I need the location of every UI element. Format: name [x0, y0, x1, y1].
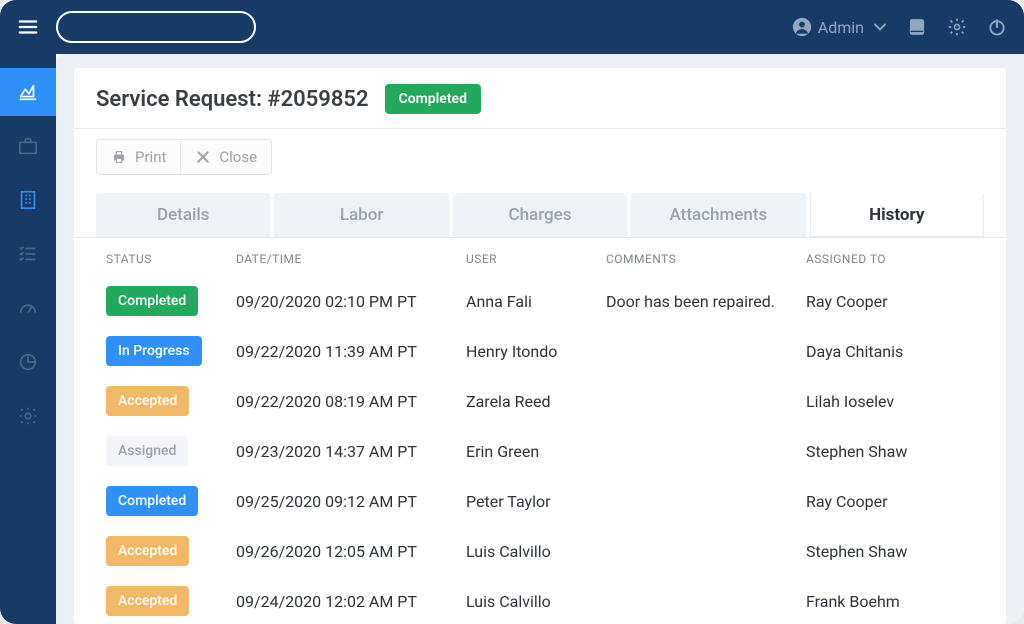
tab-attachments[interactable]: Attachments: [631, 193, 805, 237]
table-row[interactable]: Completed 09/20/2020 02:10 PM PTAnna Fali…: [96, 276, 978, 326]
book-icon: [907, 17, 927, 37]
cell-user: Peter Taylor: [466, 492, 606, 511]
sidenav: [0, 54, 56, 624]
cell-assigned-to: Stephen Shaw: [806, 542, 968, 561]
request-id: #2059852: [267, 87, 368, 112]
search-pill[interactable]: [56, 11, 256, 43]
search-input[interactable]: [80, 19, 261, 35]
nav-meter[interactable]: [0, 284, 56, 332]
cell-datetime: 09/20/2020 02:10 PM PT: [236, 292, 466, 311]
chevron-down-icon: [870, 17, 890, 37]
cell-user: Henry Itondo: [466, 342, 606, 361]
table-row[interactable]: Accepted 09/24/2020 12:02 AM PTLuis Calvi…: [96, 576, 978, 624]
menu-button[interactable]: [14, 13, 42, 41]
status-badge-header: Completed: [385, 84, 481, 114]
cell-datetime: 09/25/2020 09:12 AM PT: [236, 492, 466, 511]
pie-chart-icon: [17, 351, 39, 373]
gear-icon: [947, 17, 967, 37]
title-prefix: Service Request:: [96, 87, 267, 112]
table-row[interactable]: Completed 09/25/2020 09:12 AM PTPeter Tay…: [96, 476, 978, 526]
nav-tasks[interactable]: [0, 230, 56, 278]
cell-datetime: 09/22/2020 11:39 AM PT: [236, 342, 466, 361]
tabs: DetailsLaborChargesAttachmentsHistory: [96, 193, 984, 237]
close-button[interactable]: Close: [180, 140, 271, 174]
tab-labor[interactable]: Labor: [274, 193, 448, 237]
tab-charges[interactable]: Charges: [453, 193, 627, 237]
table-row[interactable]: Assigned 09/23/2020 14:37 AM PTErin Green…: [96, 426, 978, 476]
column-header: ASSIGNED TO: [806, 252, 974, 266]
column-header: USER: [466, 252, 606, 266]
tab-details[interactable]: Details: [96, 193, 270, 237]
docs-button[interactable]: [904, 14, 930, 40]
tool-group: Print Close: [96, 139, 272, 175]
cell-assigned-to: Daya Chitanis: [806, 342, 968, 361]
logout-button[interactable]: [984, 14, 1010, 40]
admin-label: Admin: [818, 18, 864, 37]
print-button[interactable]: Print: [97, 140, 180, 174]
cell-datetime: 09/22/2020 08:19 AM PT: [236, 392, 466, 411]
table-row[interactable]: In Progress 09/22/2020 11:39 AM PTHenry I…: [96, 326, 978, 376]
cell-assigned-to: Frank Boehm: [806, 592, 968, 611]
cell-user: Zarela Reed: [466, 392, 606, 411]
column-header: DATE/TIME: [236, 252, 466, 266]
admin-menu[interactable]: Admin: [792, 17, 890, 37]
print-icon: [111, 149, 127, 165]
cell-datetime: 09/26/2020 12:05 AM PT: [236, 542, 466, 561]
panel: Service Request: #2059852 Completed Prin…: [74, 68, 1006, 624]
column-header: STATUS: [106, 252, 236, 266]
close-label: Close: [219, 148, 257, 166]
topbar-right: Admin: [792, 14, 1010, 40]
status-badge: Completed: [106, 286, 198, 316]
building-icon: [17, 189, 39, 211]
nav-work[interactable]: [0, 122, 56, 170]
cell-user: Anna Fali: [466, 292, 606, 311]
column-header: COMMENTS: [606, 252, 806, 266]
nav-dashboard[interactable]: [0, 68, 56, 116]
status-badge: Accepted: [106, 586, 189, 616]
cell-datetime: 09/24/2020 12:02 AM PT: [236, 592, 466, 611]
briefcase-icon: [17, 135, 39, 157]
history-table: STATUSDATE/TIMEUSERCOMMENTSASSIGNED TO C…: [74, 237, 1006, 624]
topbar: Admin: [0, 0, 1024, 54]
status-badge: Accepted: [106, 536, 189, 566]
hamburger-icon: [17, 16, 39, 38]
cell-datetime: 09/23/2020 14:37 AM PT: [236, 442, 466, 461]
settings-button[interactable]: [944, 14, 970, 40]
status-badge: Assigned: [106, 436, 188, 466]
cell-comments: Door has been repaired.: [606, 292, 806, 311]
checklist-icon: [17, 243, 39, 265]
status-badge: In Progress: [106, 336, 202, 366]
gear-icon: [17, 405, 39, 427]
chart-area-icon: [17, 81, 39, 103]
toolbar: Print Close: [74, 129, 1006, 185]
cell-user: Luis Calvillo: [466, 592, 606, 611]
app-frame: Admin: [0, 0, 1024, 624]
user-avatar-icon: [792, 17, 812, 37]
cell-assigned-to: Ray Cooper: [806, 492, 968, 511]
cell-user: Luis Calvillo: [466, 542, 606, 561]
print-label: Print: [135, 148, 166, 166]
panel-header: Service Request: #2059852 Completed: [74, 68, 1006, 129]
nav-reports[interactable]: [0, 338, 56, 386]
cell-assigned-to: Ray Cooper: [806, 292, 968, 311]
page-title: Service Request: #2059852: [96, 87, 369, 112]
status-badge: Completed: [106, 486, 198, 516]
power-icon: [987, 17, 1007, 37]
cell-user: Erin Green: [466, 442, 606, 461]
cell-assigned-to: Stephen Shaw: [806, 442, 968, 461]
nav-settings[interactable]: [0, 392, 56, 440]
tab-history[interactable]: History: [810, 193, 984, 237]
close-icon: [195, 149, 211, 165]
status-badge: Accepted: [106, 386, 189, 416]
main-area: Service Request: #2059852 Completed Prin…: [56, 54, 1024, 624]
table-body[interactable]: Completed 09/20/2020 02:10 PM PTAnna Fali…: [96, 276, 984, 624]
cell-assigned-to: Lilah Ioselev: [806, 392, 968, 411]
nav-properties[interactable]: [0, 176, 56, 224]
table-row[interactable]: Accepted 09/26/2020 12:05 AM PTLuis Calvi…: [96, 526, 978, 576]
gauge-icon: [17, 297, 39, 319]
table-row[interactable]: Accepted 09/22/2020 08:19 AM PTZarela Ree…: [96, 376, 978, 426]
table-header: STATUSDATE/TIMEUSERCOMMENTSASSIGNED TO: [96, 238, 984, 276]
